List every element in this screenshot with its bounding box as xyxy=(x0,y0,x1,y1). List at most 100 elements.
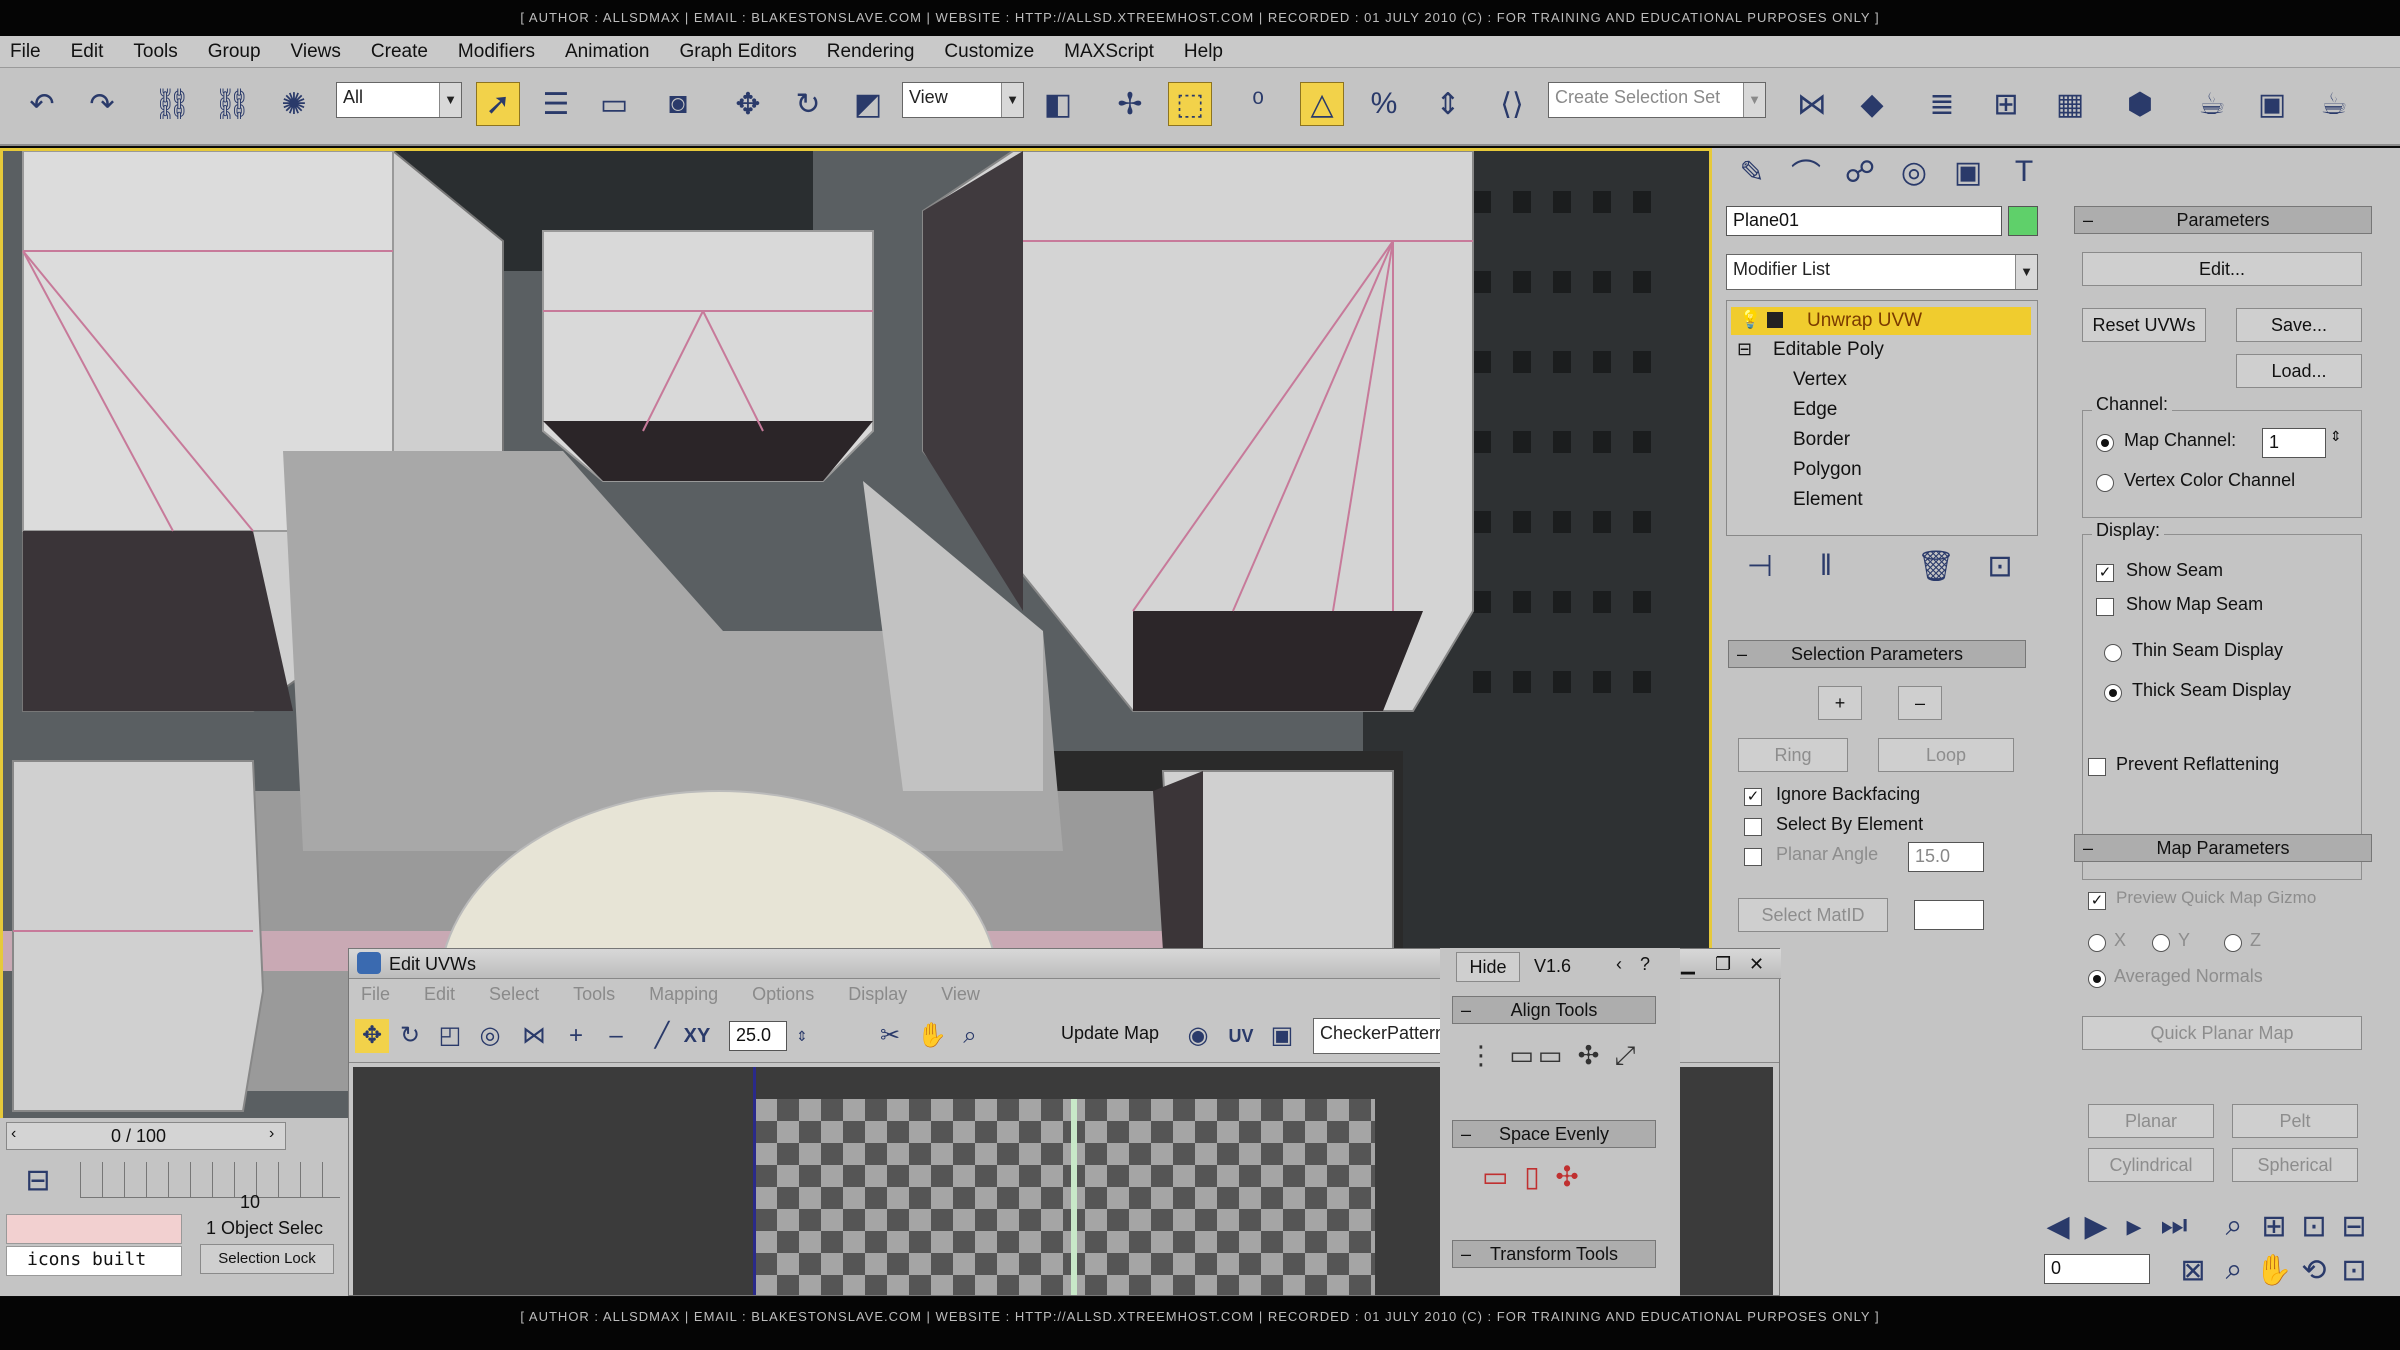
cylindrical-button[interactable]: Cylindrical xyxy=(2088,1148,2214,1182)
hierarchy-tab-icon[interactable]: ☍ xyxy=(1838,150,1882,194)
map-channel-spinner-icon[interactable]: ⇕ xyxy=(2330,428,2342,445)
show-end-result-icon[interactable]: ‖ xyxy=(1804,544,1848,588)
space-evenly-icons[interactable]: ▭ ▯ ✣ xyxy=(1482,1160,1583,1193)
uvw-spinner-icon[interactable]: ⇕ xyxy=(785,1019,819,1053)
reset-uvws-button[interactable]: Reset UVWs xyxy=(2082,308,2206,342)
undo-icon[interactable]: ↶ xyxy=(20,82,64,126)
select-matid-button[interactable]: Select MatID xyxy=(1738,898,1888,932)
layer-manager-icon[interactable]: ≣ xyxy=(1920,82,1964,126)
maxscript-listener-mini[interactable] xyxy=(6,1214,182,1244)
time-slider[interactable]: ‹ 0 / 100 › xyxy=(6,1122,286,1150)
help-icon[interactable]: ? xyxy=(1640,954,1650,975)
menu-views[interactable]: Views xyxy=(291,41,341,63)
pan-view-icon[interactable]: ✋ xyxy=(2255,1248,2292,1292)
display-tab-icon[interactable]: ▣ xyxy=(1946,150,1990,194)
thin-seam-radio[interactable] xyxy=(2104,644,2122,662)
menu-help[interactable]: Help xyxy=(1184,41,1223,63)
utilities-tab-icon[interactable]: T xyxy=(2002,150,2046,194)
remove-modifier-icon[interactable]: 🗑 xyxy=(1914,544,1958,588)
uvw-pen-icon[interactable]: ╱ xyxy=(645,1019,679,1053)
zoom-all-icon[interactable]: ⊞ xyxy=(2256,1204,2292,1248)
uv-toggle[interactable]: UV xyxy=(1221,1019,1261,1053)
zoom-icon[interactable]: ⌕ xyxy=(2216,1204,2252,1248)
planar-button[interactable]: Planar xyxy=(2088,1104,2214,1138)
next-frame-icon[interactable]: ▸ xyxy=(2116,1204,2152,1248)
uvw-menu-file[interactable]: File xyxy=(361,984,390,1005)
zoom-extents-all-icon[interactable]: ⊟ xyxy=(2336,1204,2372,1248)
prevent-reflattening-checkbox[interactable] xyxy=(2088,758,2106,776)
menu-group[interactable]: Group xyxy=(208,41,261,63)
curve-editor-icon[interactable]: ⊞ xyxy=(1984,82,2028,126)
uvw-move-icon[interactable]: ✥ xyxy=(355,1019,389,1053)
uvw-break-icon[interactable]: ✂ xyxy=(873,1019,907,1053)
uvw-pan-icon[interactable]: ✋ xyxy=(915,1019,949,1053)
uvw-xy-toggle[interactable]: XY xyxy=(675,1019,719,1053)
show-seam-checkbox[interactable]: ✓ xyxy=(2096,564,2114,582)
uvw-menu-display[interactable]: Display xyxy=(848,984,907,1005)
stack-item-border[interactable]: Border xyxy=(1793,429,1850,451)
map-channel-input[interactable]: 1 xyxy=(2262,428,2326,458)
stack-item-polygon[interactable]: Polygon xyxy=(1793,459,1862,481)
menu-file[interactable]: File xyxy=(10,41,41,63)
uvw-menu-select[interactable]: Select xyxy=(489,984,539,1005)
mini-curve-editor-icon[interactable]: ⊟ xyxy=(16,1158,60,1202)
select-by-name-icon[interactable]: ☰ xyxy=(534,82,578,126)
snaps-toggle-icon[interactable]: ⁰ xyxy=(1236,82,1280,126)
spherical-button[interactable]: Spherical xyxy=(2232,1148,2358,1182)
save-button[interactable]: Save... xyxy=(2236,308,2362,342)
align-icon[interactable]: ◆ xyxy=(1850,82,1894,126)
preview-quick-map-checkbox[interactable]: ✓ xyxy=(2088,892,2106,910)
show-map-seam-checkbox[interactable] xyxy=(2096,598,2114,616)
axis-z-radio[interactable] xyxy=(2224,934,2242,952)
thick-seam-radio[interactable] xyxy=(2104,684,2122,702)
menu-customize[interactable]: Customize xyxy=(944,41,1034,63)
mirror-icon[interactable]: ⋈ xyxy=(1790,82,1834,126)
menu-rendering[interactable]: Rendering xyxy=(827,41,915,63)
stack-item-edge[interactable]: Edge xyxy=(1793,399,1837,421)
close-icon[interactable]: ✕ xyxy=(1749,949,1764,979)
selection-lock-button[interactable]: Selection Lock xyxy=(200,1244,334,1274)
grow-selection-button[interactable]: + xyxy=(1818,686,1862,720)
vertex-color-channel-radio[interactable] xyxy=(2096,474,2114,492)
uvw-menu-view[interactable]: View xyxy=(941,984,980,1005)
matid-input[interactable] xyxy=(1914,900,1984,930)
motion-tab-icon[interactable]: ◎ xyxy=(1892,150,1936,194)
uvw-rotate-icon[interactable]: ↻ xyxy=(393,1019,427,1053)
select-manipulate-icon[interactable]: ✢ xyxy=(1108,82,1152,126)
uvw-scale-icon[interactable]: ◰ xyxy=(433,1019,467,1053)
current-frame-input[interactable]: 0 xyxy=(2044,1254,2150,1284)
keyboard-shortcut-override-icon[interactable]: ⬚ xyxy=(1168,82,1212,126)
axis-y-radio[interactable] xyxy=(2152,934,2170,952)
uvw-zoom-icon[interactable]: ⌕ xyxy=(953,1019,987,1053)
stack-item-element[interactable]: Element xyxy=(1793,489,1863,511)
lightbulb-icon[interactable]: 💡 xyxy=(1739,309,1761,330)
bind-spacewarp-icon[interactable]: ✺ xyxy=(272,82,316,126)
uvw-spin-input[interactable]: 25.0 xyxy=(729,1021,787,1051)
quick-planar-map-button[interactable]: Quick Planar Map xyxy=(2082,1016,2362,1050)
menu-tools[interactable]: Tools xyxy=(133,41,177,63)
percent-snap-icon[interactable]: % xyxy=(1362,82,1406,126)
create-tab-icon[interactable]: ✎ xyxy=(1730,150,1774,194)
maximize-viewport-icon[interactable]: ⊡ xyxy=(2336,1248,2372,1292)
space-evenly-rollout[interactable]: – Space Evenly xyxy=(1452,1120,1656,1148)
ignore-backfacing-checkbox[interactable]: ✓ xyxy=(1744,788,1762,806)
object-color-swatch[interactable] xyxy=(2008,206,2038,236)
planar-angle-input[interactable]: 15.0 xyxy=(1908,842,1984,872)
named-selection-set-dropdown[interactable]: Create Selection Set ▼ xyxy=(1548,82,1766,118)
uvw-mirror-icon[interactable]: ⋈ xyxy=(517,1019,551,1053)
map-channel-radio[interactable] xyxy=(2096,434,2114,452)
uvw-freeform-icon[interactable]: ◎ xyxy=(473,1019,507,1053)
uvw-menu-options[interactable]: Options xyxy=(752,984,814,1005)
time-config-icon[interactable]: ⊠ xyxy=(2176,1248,2210,1292)
ring-button[interactable]: Ring xyxy=(1738,738,1848,772)
align-tools-rollout[interactable]: – Align Tools xyxy=(1452,996,1656,1024)
map-parameters-rollout[interactable]: – Map Parameters xyxy=(2074,834,2372,862)
select-object-icon[interactable]: ➚ xyxy=(476,82,520,126)
spinner-snap-icon[interactable]: ⇕ xyxy=(1426,82,1470,126)
field-of-view-icon[interactable]: ⌕ xyxy=(2216,1248,2252,1292)
stack-item-unwrap-uvw[interactable]: 💡 Unwrap UVW xyxy=(1731,307,2031,335)
object-name-field[interactable]: Plane01 xyxy=(1726,206,2002,236)
modify-tab-icon[interactable]: ⌒ xyxy=(1784,150,1828,194)
angle-snap-icon[interactable]: △ xyxy=(1300,82,1344,126)
loop-button[interactable]: Loop xyxy=(1878,738,2014,772)
